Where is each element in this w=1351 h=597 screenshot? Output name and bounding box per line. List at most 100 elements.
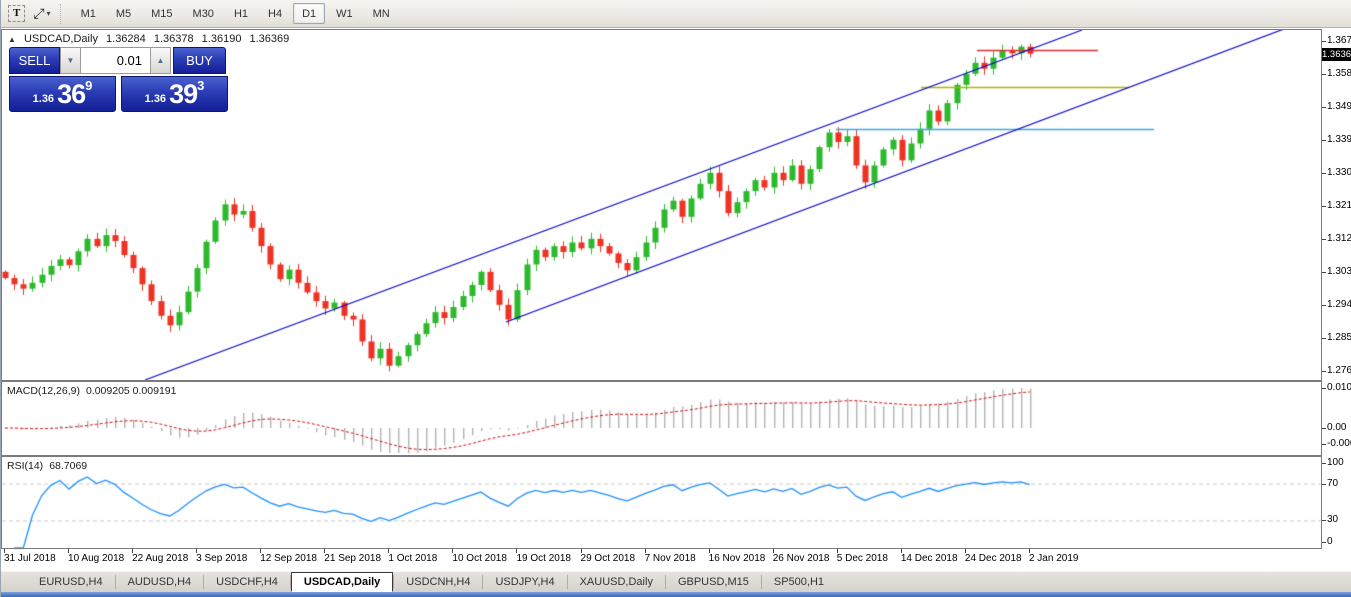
price-axis-tick bbox=[1322, 107, 1326, 108]
tab-xauusd-daily[interactable]: XAUUSD,Daily bbox=[568, 572, 665, 592]
price-axis-tick bbox=[1322, 140, 1326, 141]
buy-price-pip: 3 bbox=[197, 78, 205, 93]
top-toolbar: T ⤢ ▾ M1 M5 M15 M30 H1 H4 D1 W1 MN bbox=[1, 0, 1351, 28]
timeframe-button-h1[interactable]: H1 bbox=[225, 3, 257, 24]
date-axis-label: 10 Oct 2018 bbox=[452, 553, 507, 564]
tab-gbpusd-m15[interactable]: GBPUSD,M15 bbox=[666, 572, 761, 592]
date-axis-label: 24 Dec 2018 bbox=[964, 553, 1022, 564]
tab-usdcnh-h4[interactable]: USDCNH,H4 bbox=[394, 572, 482, 592]
ohlc-high: 1.36378 bbox=[153, 33, 194, 45]
arrows-tool-icon: ⤢ bbox=[33, 5, 45, 21]
indicator-axis-tick bbox=[1322, 542, 1326, 543]
buy-button[interactable]: BUY bbox=[173, 47, 226, 74]
price-axis-label: 1.27665 bbox=[1327, 365, 1351, 376]
price-axis-tick bbox=[1322, 305, 1326, 306]
sell-button[interactable]: SELL bbox=[9, 47, 60, 74]
indicator-axis-label: -0.006218 bbox=[1327, 438, 1351, 449]
chart-symbol-header: ▲ USDCAD,Daily 1.36284 1.36378 1.36190 1… bbox=[8, 33, 294, 45]
macd-name: MACD(12,26,9) bbox=[7, 385, 80, 397]
ohlc-low: 1.36190 bbox=[201, 33, 242, 45]
timeframe-button-m15[interactable]: M15 bbox=[142, 3, 181, 24]
price-axis-label: 1.35815 bbox=[1327, 68, 1351, 79]
price-axis-label: 1.28565 bbox=[1327, 332, 1351, 343]
date-axis-tick bbox=[708, 549, 710, 553]
timeframe-button-mn[interactable]: MN bbox=[364, 3, 399, 24]
timeframe-button-d1[interactable]: D1 bbox=[293, 3, 326, 24]
price-axis-label: 1.36715 bbox=[1327, 35, 1351, 46]
trading-platform-window: T ⤢ ▾ M1 M5 M15 M30 H1 H4 D1 W1 MN ▲ USDCAD,Dail… bbox=[0, 0, 1351, 597]
date-axis-tick bbox=[580, 549, 582, 553]
date-axis-label: 21 Sep 2018 bbox=[324, 553, 382, 564]
tab-audusd-h4[interactable]: AUDUSD,H4 bbox=[116, 572, 204, 592]
timeframe-button-h4[interactable]: H4 bbox=[259, 3, 291, 24]
indicator-axis-tick bbox=[1322, 520, 1326, 521]
date-axis-label: 3 Sep 2018 bbox=[196, 553, 248, 564]
date-axis-label: 26 Nov 2018 bbox=[772, 553, 830, 564]
date-axis-label: 19 Oct 2018 bbox=[516, 553, 571, 564]
date-axis-tick bbox=[900, 549, 902, 553]
price-axis-label: 1.29465 bbox=[1327, 299, 1351, 310]
sell-price-big: 36 bbox=[57, 79, 86, 109]
date-axis-tick bbox=[644, 549, 646, 553]
date-axis-label: 7 Nov 2018 bbox=[644, 553, 696, 564]
date-axis-label: 14 Dec 2018 bbox=[900, 553, 958, 564]
sell-price-prefix: 1.36 bbox=[32, 93, 55, 105]
timeframe-button-m1[interactable]: M1 bbox=[72, 3, 105, 24]
date-axis-tick bbox=[68, 549, 70, 553]
rsi-indicator-label: RSI(14) 68.7069 bbox=[7, 460, 93, 472]
text-tool-button[interactable]: T bbox=[5, 3, 28, 25]
current-price-badge: 1.36369 bbox=[1322, 48, 1351, 61]
tab-sp500-h1[interactable]: SP500,H1 bbox=[762, 572, 836, 592]
sell-price-box[interactable]: 1.36 36 9 bbox=[9, 76, 116, 112]
collapse-triangle-icon[interactable]: ▲ bbox=[8, 35, 16, 44]
price-axis-label: 1.33090 bbox=[1327, 167, 1351, 178]
timeframe-button-m5[interactable]: M5 bbox=[107, 3, 140, 24]
chevron-down-icon: ▾ bbox=[46, 9, 51, 18]
rsi-value: 68.7069 bbox=[49, 460, 88, 472]
sell-price-pip: 9 bbox=[85, 78, 93, 93]
date-axis-label: 1 Oct 2018 bbox=[388, 553, 438, 564]
indicator-axis-label: 70 bbox=[1327, 478, 1339, 489]
lot-size-input[interactable] bbox=[81, 47, 150, 74]
toolbar-separator bbox=[59, 3, 65, 24]
price-axis-label: 1.32190 bbox=[1327, 200, 1351, 211]
price-axis-label: 1.31290 bbox=[1327, 233, 1351, 244]
date-axis-label: 31 Jul 2018 bbox=[4, 553, 56, 564]
indicator-axis-label: 30 bbox=[1327, 514, 1339, 525]
tab-usdchf-h4[interactable]: USDCHF,H4 bbox=[204, 572, 290, 592]
symbol-title: USDCAD,Daily bbox=[23, 33, 98, 45]
date-axis-tick bbox=[260, 549, 262, 553]
lot-decrease-button[interactable]: ▼ bbox=[60, 47, 81, 74]
buy-price-box[interactable]: 1.36 39 3 bbox=[121, 76, 228, 112]
date-axis-label: 16 Nov 2018 bbox=[708, 553, 766, 564]
date-axis-tick bbox=[132, 549, 134, 553]
macd-values: 0.009205 0.009191 bbox=[85, 385, 177, 397]
ohlc-close: 1.36369 bbox=[249, 33, 290, 45]
date-axis-tick bbox=[4, 549, 5, 553]
text-tool-icon: T bbox=[8, 5, 26, 22]
date-axis-tick bbox=[324, 549, 326, 553]
tab-usdcad-daily[interactable]: USDCAD,Daily bbox=[290, 572, 394, 592]
ohlc-open: 1.36284 bbox=[106, 33, 146, 45]
indicator-axis-label: 0.00 bbox=[1327, 422, 1347, 433]
date-axis-tick bbox=[196, 549, 198, 553]
timeframe-button-w1[interactable]: W1 bbox=[327, 3, 362, 24]
buy-price-big: 39 bbox=[169, 79, 198, 109]
chart-tab-bar: EURUSD,H4 AUDUSD,H4 USDCHF,H4 USDCAD,Daily U… bbox=[1, 571, 1351, 592]
indicator-axis-label: 0.010474 bbox=[1327, 382, 1351, 393]
macd-indicator-label: MACD(12,26,9) 0.009205 0.009191 bbox=[7, 385, 182, 397]
arrows-tool-button[interactable]: ⤢ ▾ bbox=[30, 3, 53, 25]
timeframe-button-group: M1 M5 M15 M30 H1 H4 D1 W1 MN bbox=[71, 3, 400, 24]
tab-usdjpy-h4[interactable]: USDJPY,H4 bbox=[483, 572, 566, 592]
price-axis-label: 1.34915 bbox=[1327, 101, 1351, 112]
date-axis-tick bbox=[1028, 549, 1030, 553]
rsi-name: RSI(14) bbox=[7, 460, 44, 472]
date-axis-tick bbox=[836, 549, 838, 553]
tab-eurusd-h4[interactable]: EURUSD,H4 bbox=[27, 572, 115, 592]
timeframe-button-m30[interactable]: M30 bbox=[184, 3, 223, 24]
lot-increase-button[interactable]: ▲ bbox=[150, 47, 171, 74]
indicator-axis-tick bbox=[1322, 463, 1326, 464]
date-axis-label: 2 Jan 2019 bbox=[1028, 553, 1079, 564]
indicator-axis-tick bbox=[1322, 388, 1326, 389]
date-axis-tick bbox=[388, 549, 390, 553]
